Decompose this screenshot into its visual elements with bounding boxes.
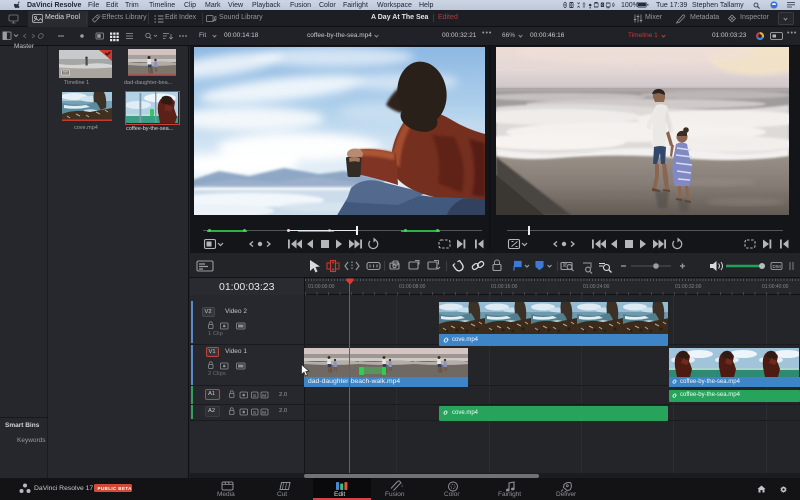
svg-text:S: S <box>253 410 256 415</box>
svg-text:DIM: DIM <box>773 264 782 269</box>
svg-text:M: M <box>262 393 266 398</box>
svg-text:M: M <box>262 410 266 415</box>
svg-text:S: S <box>253 393 256 398</box>
